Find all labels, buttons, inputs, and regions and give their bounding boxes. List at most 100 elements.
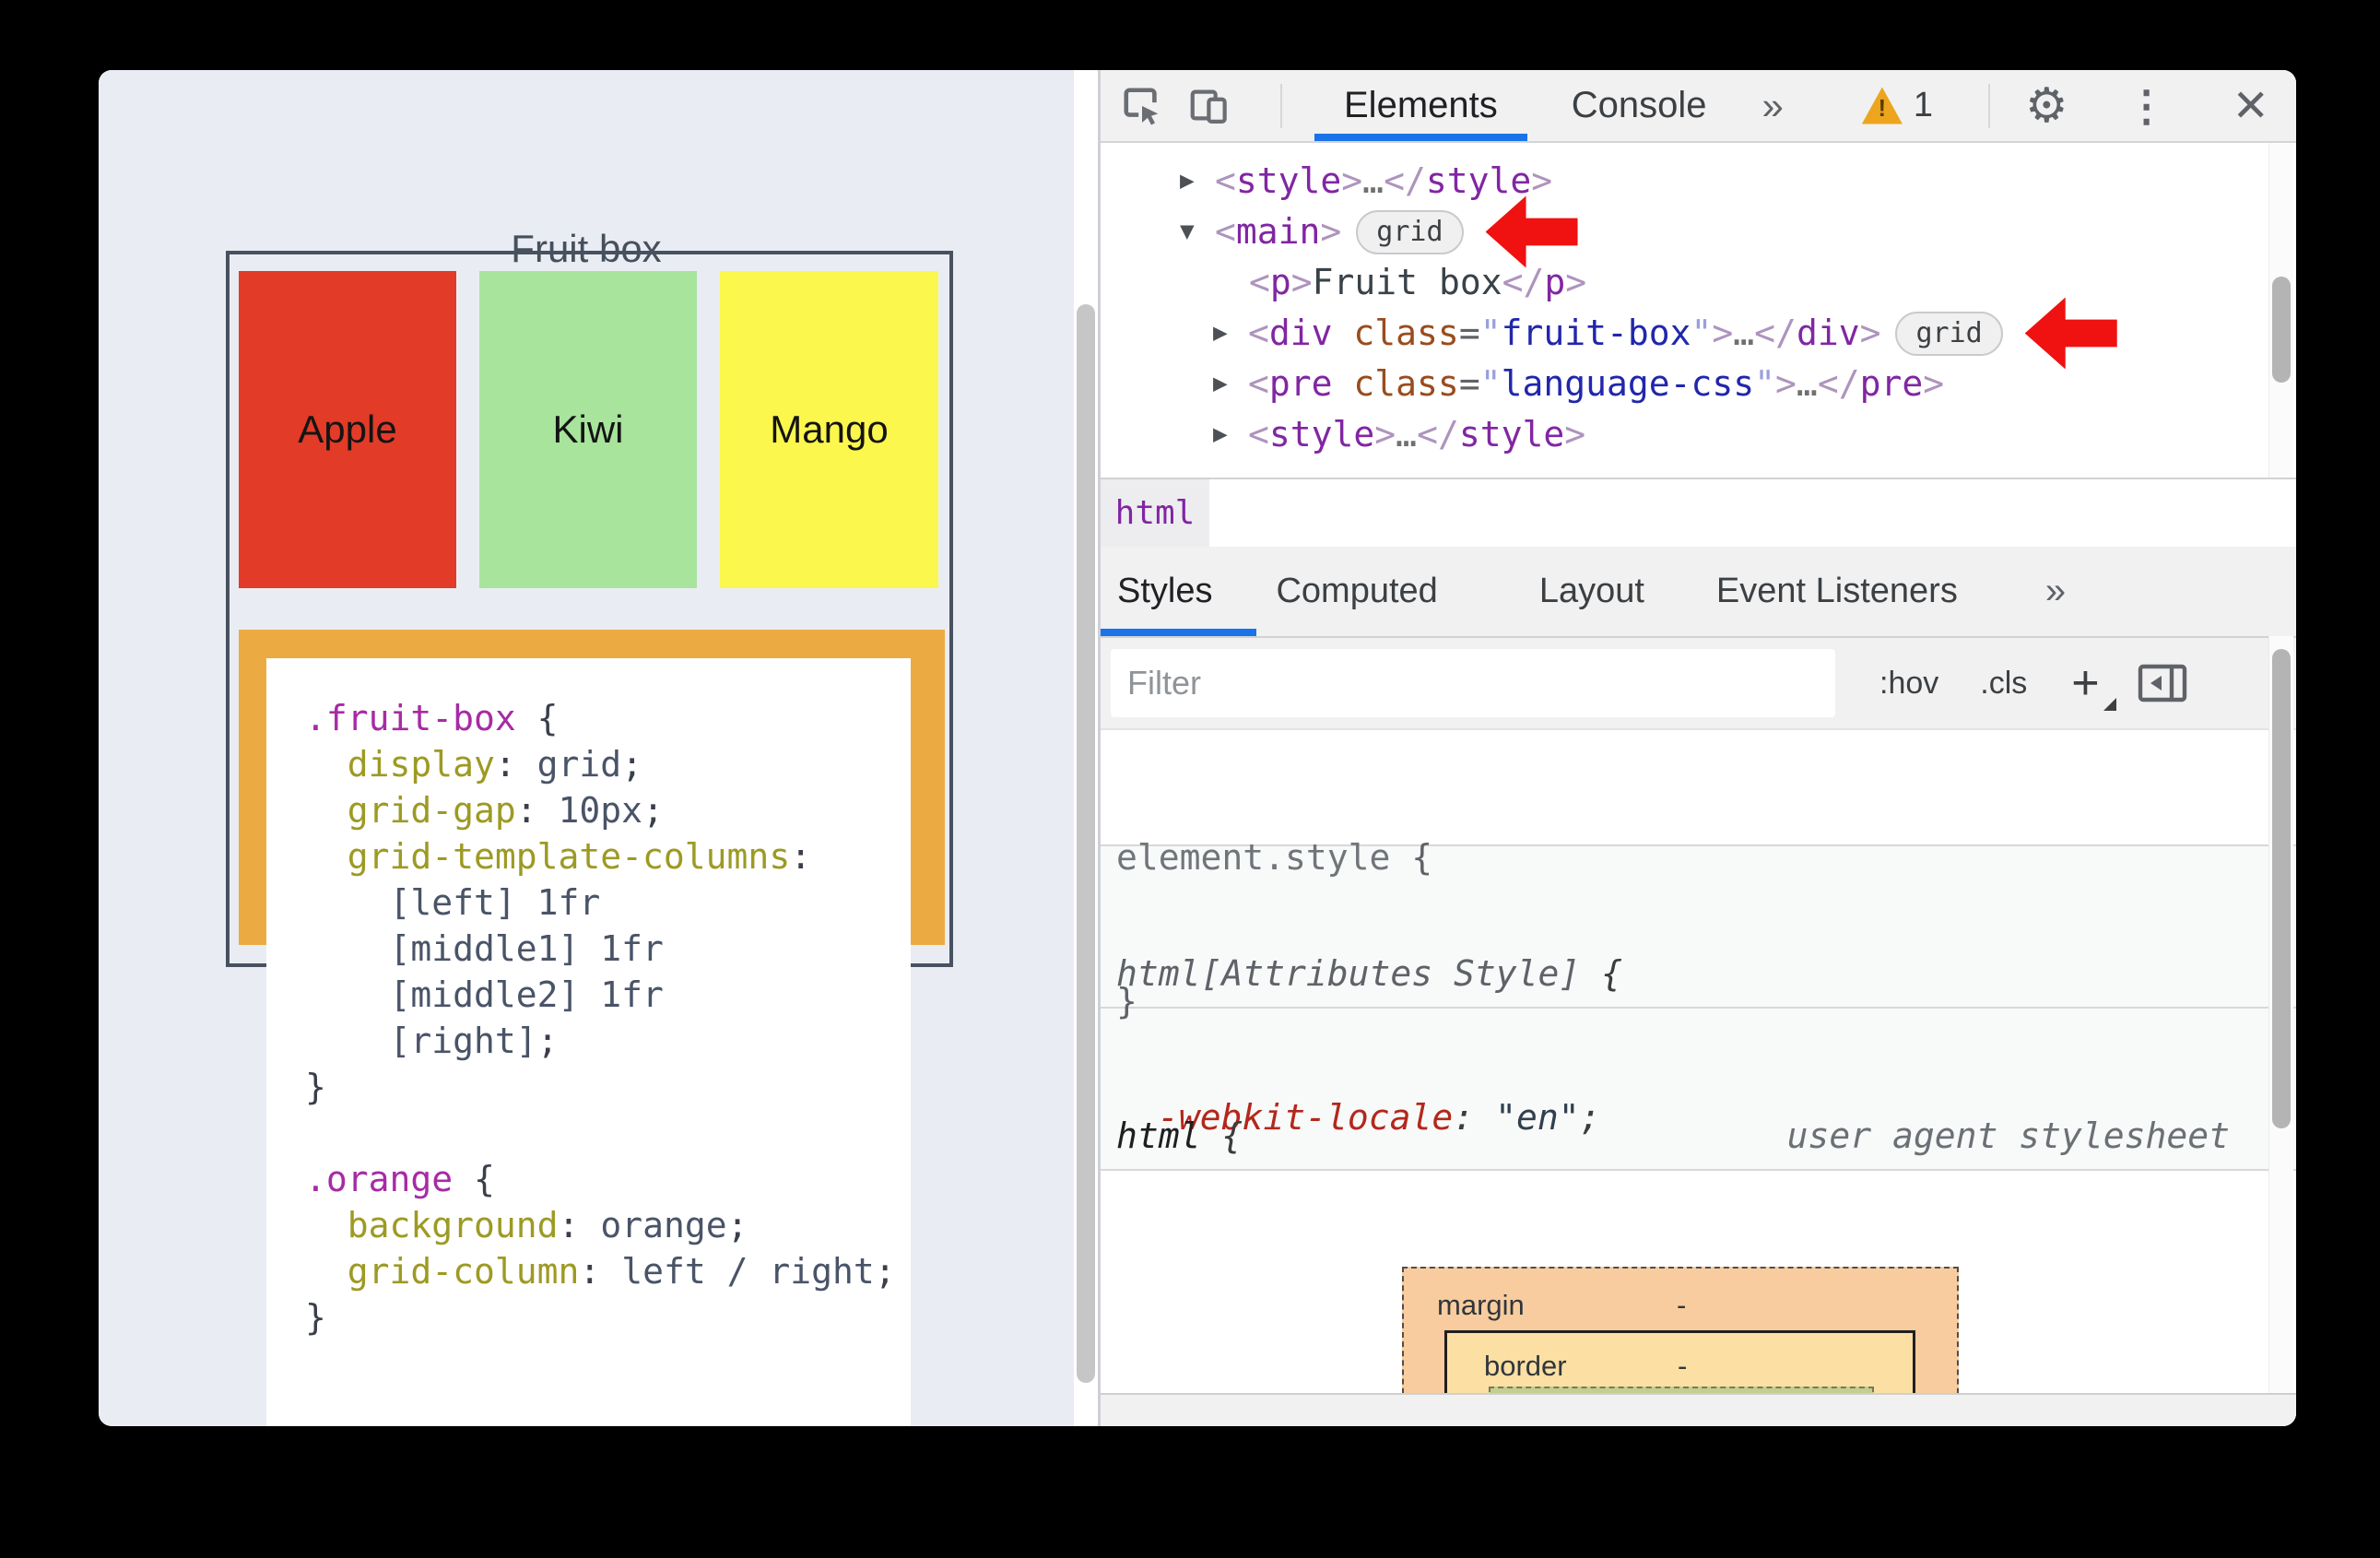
grid-badge[interactable]: grid (1895, 311, 2003, 356)
token-p: ; (536, 1021, 559, 1061)
elements-dom-pane: ▶ < style >… </style > ▼ < main > grid < p > Fruit box… (1101, 143, 2296, 478)
tab-event-listeners[interactable]: Event Listeners (1716, 572, 1958, 611)
token-br: > (1341, 160, 1363, 201)
style-rule-element-style[interactable]: element.style { } (1101, 730, 2296, 1021)
token-q: " (1479, 313, 1502, 353)
page-scrollbar-thumb[interactable] (1077, 304, 1095, 1383)
styles-scrollbar[interactable] (2268, 636, 2293, 1395)
dom-scrollbar-thumb[interactable] (2272, 277, 2291, 383)
close-icon[interactable]: ✕ (2233, 80, 2269, 132)
token-p: { (453, 1159, 495, 1199)
token-ell: … (1396, 414, 1418, 454)
token-br: </ (1384, 160, 1426, 201)
token-tag: style (1425, 160, 1532, 201)
token-br: < (1249, 262, 1270, 302)
expand-triangle-icon[interactable]: ▶ (1180, 156, 1215, 207)
style-selector: html { (1116, 1112, 1243, 1160)
tab-layout[interactable]: Layout (1539, 572, 1644, 611)
box-model-border-value[interactable]: - (1678, 1350, 1687, 1383)
expand-triangle-icon[interactable]: ▶ (1213, 308, 1248, 359)
token-k: grid-template-columns (305, 836, 791, 877)
dom-tree-node[interactable]: ▶ < style >… </style > (1101, 156, 2296, 207)
toolbar-separator (1280, 83, 1282, 128)
code-line: display: grid; (305, 741, 911, 787)
inspect-element-icon[interactable] (1121, 85, 1163, 127)
more-tabs-chevron-icon[interactable]: » (1762, 84, 1784, 128)
device-toolbar-icon[interactable] (1187, 85, 1230, 127)
filter-input[interactable] (1111, 649, 1835, 717)
more-panels-chevron-icon[interactable]: » (2045, 571, 2066, 612)
token-k: grid-gap (305, 790, 516, 831)
token-ell: … (1796, 363, 1818, 404)
token-at: class (1332, 363, 1459, 404)
token-tag: main (1235, 211, 1321, 252)
code-line: [middle1] 1fr (305, 926, 911, 972)
app-window: Fruit box Apple Kiwi Mango Orange .fruit… (99, 70, 2296, 1426)
fruit-label: Mango (770, 407, 889, 451)
expand-triangle-icon[interactable]: ▶ (1213, 359, 1248, 409)
token-p: ; (621, 744, 643, 785)
console-warning-badge[interactable]: ! 1 (1861, 86, 1934, 125)
token-k: grid-column (305, 1251, 580, 1292)
token-tag: pre (1859, 363, 1924, 404)
token-v: [middle1] 1fr (305, 928, 664, 969)
box-model-border-label: border (1484, 1350, 1567, 1382)
token-gsel: element.style (1116, 837, 1391, 878)
dom-tree-node[interactable]: ▶ < style >… </style > (1101, 409, 2296, 460)
tab-console[interactable]: Console (1572, 70, 1707, 141)
code-line: .fruit-box { (305, 695, 911, 741)
token-p: : (494, 744, 516, 785)
cls-toggle[interactable]: .cls (1980, 666, 2027, 702)
token-v: [right] (305, 1021, 537, 1061)
new-style-rule-button[interactable]: + (2071, 659, 2116, 711)
breadcrumb-item-html[interactable]: html (1101, 479, 1209, 547)
dom-tree-node[interactable]: < p > Fruit box </p > (1101, 257, 2296, 308)
hov-toggle[interactable]: :hov (1879, 666, 1938, 702)
warning-count: 1 (1913, 86, 1934, 124)
warning-triangle-icon: ! (1861, 87, 1903, 124)
active-tab-underline (1314, 134, 1527, 141)
token-br: > (1290, 262, 1313, 302)
token-eq: = (1458, 313, 1480, 353)
toggle-sidebar-icon[interactable] (2137, 661, 2188, 705)
fruit-label: Apple (298, 407, 397, 451)
settings-gear-icon[interactable]: ⚙ (2025, 78, 2068, 134)
dom-tree-node[interactable]: ▼ < main > grid (1101, 195, 2296, 268)
fruit-label: Kiwi (552, 407, 624, 451)
styles-scrollbar-thumb[interactable] (2272, 649, 2291, 1128)
dom-scrollbar[interactable] (2268, 143, 2293, 478)
tab-elements[interactable]: Elements (1314, 70, 1527, 141)
page-scrollbar[interactable] (1074, 70, 1098, 1426)
token-p: } (305, 1067, 326, 1107)
dom-tree-node[interactable]: ▶ < pre class = " language-css " >… </pre > (1101, 359, 2296, 409)
tab-styles[interactable]: Styles (1101, 572, 1212, 611)
box-model-margin-label: margin (1437, 1289, 1525, 1321)
token-br: < (1215, 211, 1236, 252)
tab-computed[interactable]: Computed (1276, 572, 1437, 611)
devtools-toolbar: Elements Console » ! 1 ⚙ ⋮ ✕ (1101, 70, 2296, 143)
token-v: [middle2] 1fr (305, 974, 664, 1015)
dom-tree-node[interactable]: ▶ < div class = " fruit-box " >… </div > grid (1101, 297, 2296, 370)
token-tag: style (1235, 160, 1342, 201)
token-q: " (1691, 313, 1713, 353)
token-at: class (1332, 313, 1459, 353)
kebab-menu-icon[interactable]: ⋮ (2126, 81, 2168, 131)
token-tag: style (1458, 414, 1565, 454)
token-p: : (515, 790, 537, 831)
token-br: > (1320, 211, 1342, 252)
token-val: language-css (1501, 363, 1755, 404)
code-line: .orange { (305, 1156, 911, 1202)
token-ip: { (1580, 953, 1623, 994)
token-br: </ (1754, 313, 1797, 353)
grid-badge[interactable]: grid (1356, 209, 1464, 254)
token-br: < (1248, 414, 1269, 454)
fruit-box-mango: Mango (720, 271, 938, 588)
box-model-margin-value[interactable]: - (1677, 1289, 1686, 1322)
collapse-triangle-icon[interactable]: ▼ (1180, 207, 1215, 257)
token-br: > (1374, 414, 1396, 454)
token-p: { (515, 698, 559, 738)
expand-triangle-icon[interactable]: ▶ (1213, 409, 1248, 460)
token-eq: = (1458, 363, 1480, 404)
code-line: } (305, 1064, 911, 1110)
active-tab-underline (1101, 629, 1256, 636)
